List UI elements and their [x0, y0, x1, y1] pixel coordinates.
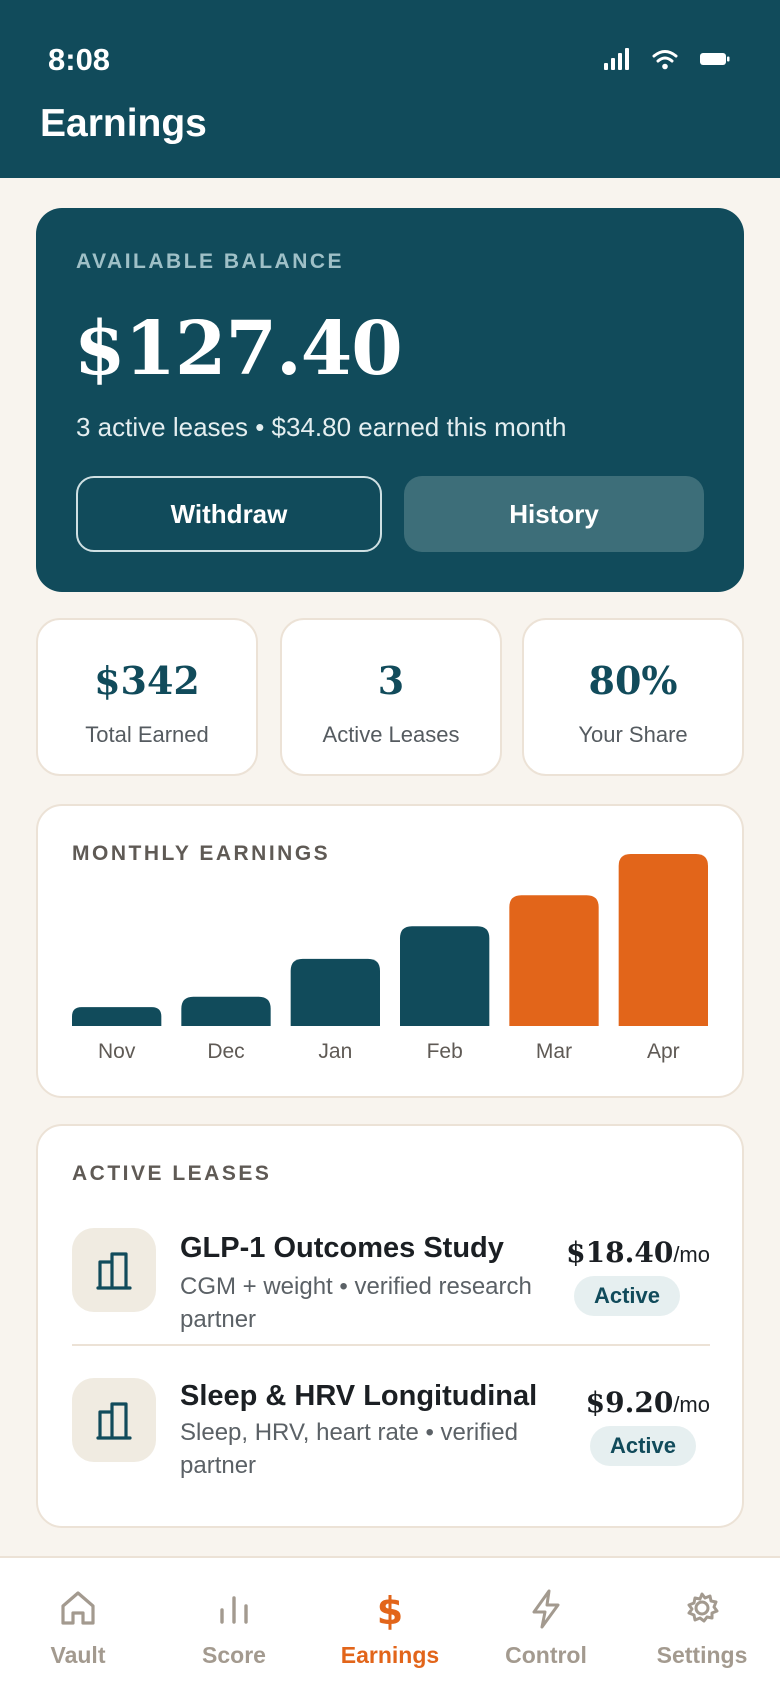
balance-amount: $127.40: [74, 306, 403, 392]
lease-name: GLP-1 Outcomes Study: [180, 1232, 504, 1264]
monthly-earnings-chart: Nov Dec Jan Feb Mar Apr: [72, 854, 708, 1063]
lightning-icon: [532, 1589, 560, 1629]
status-icons: [604, 48, 730, 70]
chart-bar-jan: [290, 958, 380, 1026]
withdraw-button[interactable]: Withdraw: [76, 476, 382, 552]
bottom-nav: Vault Score $ Earnings Control Settings: [0, 1556, 780, 1688]
chart-tick-label: Jan: [318, 1040, 352, 1063]
chart-bar-feb: [400, 926, 490, 1026]
nav-item-score[interactable]: Score: [156, 1558, 312, 1688]
gear-icon: [687, 1592, 719, 1623]
balance-subtitle: 3 active leases • $34.80 earned this mon…: [76, 412, 567, 442]
monthly-earnings-card: MONTHLY EARNINGS Nov Dec Jan Feb Mar Apr: [36, 804, 744, 1098]
lease-price-amount: $18.40: [566, 1236, 674, 1269]
wifi-icon: [652, 50, 678, 70]
home-icon: [61, 1591, 95, 1625]
divider: [72, 1344, 710, 1346]
chart-bar-apr: [618, 854, 708, 1026]
stat-value: 3: [377, 658, 405, 703]
page-title: Earnings: [40, 102, 207, 145]
dollar-icon: $: [377, 1589, 403, 1630]
earnings-screen: 8:08 Earnings AVAILABLE BALANCE $127.40 …: [0, 0, 780, 1688]
nav-item-settings[interactable]: Settings: [624, 1558, 780, 1688]
lease-price: $9.20/mo: [586, 1386, 710, 1419]
lease-price-unit: /mo: [673, 1392, 710, 1417]
battery-icon: [700, 53, 730, 65]
balance-card: AVAILABLE BALANCE $127.40 3 active lease…: [36, 208, 744, 592]
stat-label: Total Earned: [85, 722, 209, 747]
nav-item-vault[interactable]: Vault: [0, 1558, 156, 1688]
svg-text:$: $: [377, 1589, 403, 1630]
chart-bar-nov: [72, 1007, 162, 1026]
chart-tick-label: Nov: [98, 1040, 136, 1063]
nav-label: Settings: [656, 1642, 748, 1668]
building-icon: [72, 1378, 156, 1462]
stat-card-total-earned: $342 Total Earned: [36, 618, 258, 776]
lease-item[interactable]: Sleep & HRV Longitudinal Sleep, HRV, hea…: [72, 1378, 710, 1488]
stat-label: Your Share: [578, 722, 688, 747]
status-badge: Active: [589, 1426, 696, 1466]
lease-price: $18.40/mo: [566, 1236, 710, 1269]
stat-card-your-share: 80% Your Share: [522, 618, 744, 776]
status-time: 8:08: [48, 42, 111, 77]
active-leases-card: ACTIVE LEASES GLP-1 Outcomes Study CGM +…: [36, 1124, 744, 1528]
stat-card-active-leases: 3 Active Leases: [280, 618, 502, 776]
balance-label: AVAILABLE BALANCE: [76, 250, 345, 273]
stat-value: $342: [94, 658, 200, 703]
signal-icon: [604, 48, 629, 70]
status-badge: Active: [573, 1276, 680, 1316]
nav-item-earnings[interactable]: $ Earnings: [312, 1558, 468, 1688]
chart-tick-label: Dec: [207, 1040, 244, 1063]
lease-price-unit: /mo: [673, 1242, 710, 1267]
chart-tick-label: Mar: [536, 1040, 572, 1063]
building-icon: [72, 1228, 156, 1312]
app-header: 8:08 Earnings: [0, 0, 780, 178]
lease-name: Sleep & HRV Longitudinal: [180, 1380, 538, 1412]
chart-tick-label: Apr: [647, 1040, 680, 1063]
stat-value: 80%: [588, 658, 678, 703]
chart-bar-mar: [509, 895, 599, 1026]
bar-chart-icon: [220, 1596, 248, 1624]
nav-label: Score: [202, 1642, 266, 1668]
nav-label: Earnings: [340, 1642, 440, 1668]
lease-price-amount: $9.20: [585, 1386, 674, 1419]
lease-description: CGM + weight • verified research partner: [180, 1273, 532, 1333]
history-button[interactable]: History: [404, 476, 704, 552]
chart-tick-label: Feb: [427, 1040, 463, 1063]
nav-label: Control: [505, 1642, 587, 1668]
leases-title: ACTIVE LEASES: [72, 1162, 272, 1185]
lease-description: Sleep, HRV, heart rate • verified partne…: [180, 1419, 518, 1479]
nav-item-control[interactable]: Control: [468, 1558, 624, 1688]
lease-item[interactable]: GLP-1 Outcomes Study CGM + weight • veri…: [72, 1226, 710, 1336]
chart-bar-dec: [181, 996, 271, 1026]
nav-label: Vault: [50, 1642, 106, 1668]
stat-label: Active Leases: [322, 722, 460, 747]
